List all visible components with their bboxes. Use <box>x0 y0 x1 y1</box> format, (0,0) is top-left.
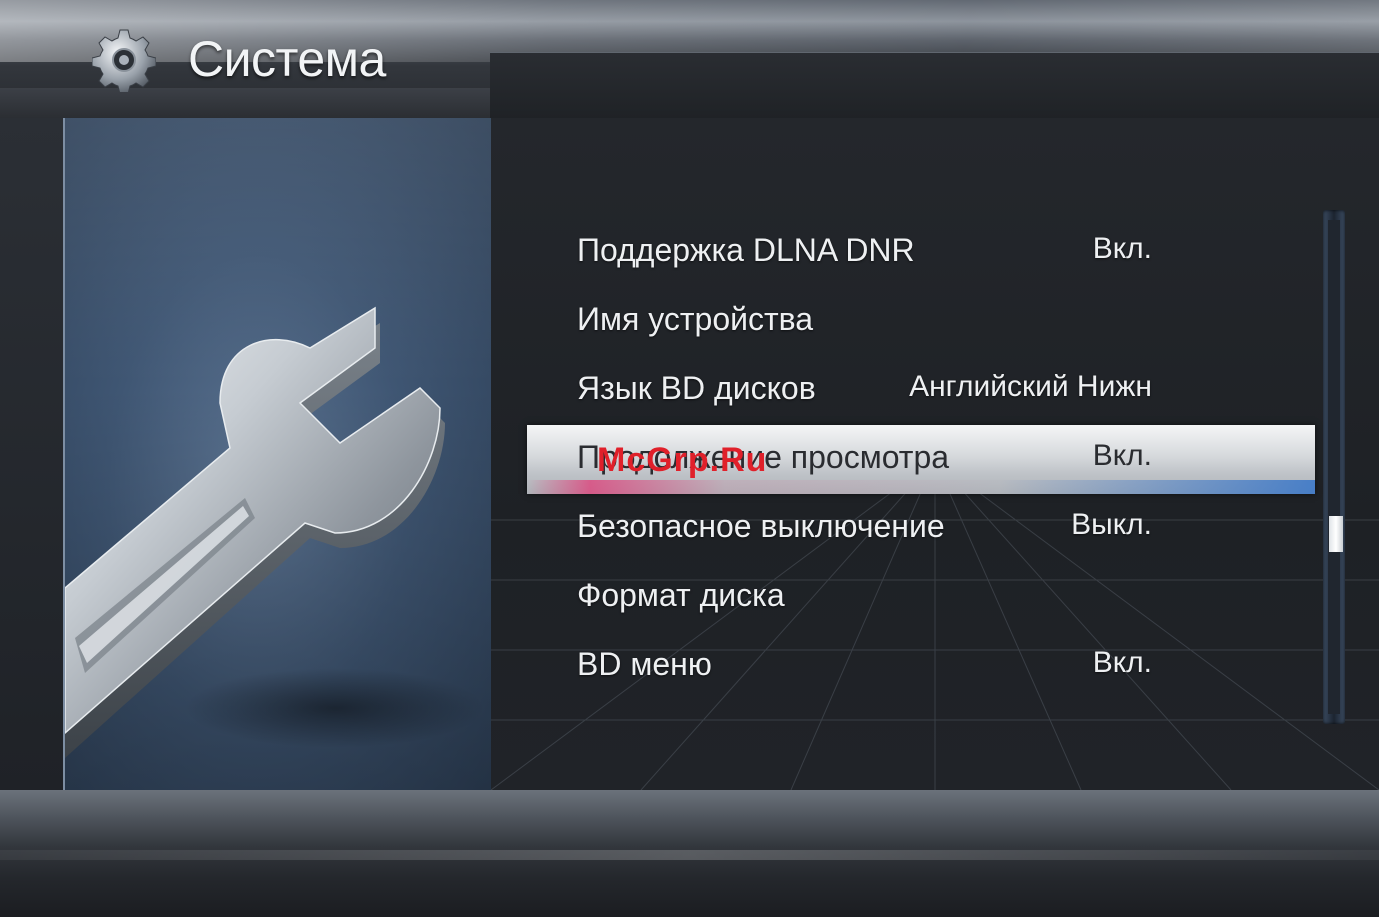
page-title: Система <box>188 31 386 87</box>
menu-item-device-name[interactable]: Имя устройства <box>527 287 1315 356</box>
menu-item-value: Вкл. <box>1092 439 1152 472</box>
menu-item-disc-format[interactable]: Формат диска <box>527 563 1315 632</box>
scrollbar-thumb[interactable] <box>1329 516 1343 552</box>
menu-item-label: Имя устройства <box>577 301 814 337</box>
scrollbar-inner <box>1328 220 1340 714</box>
scrollbar-track[interactable] <box>1323 210 1345 724</box>
header-lower-left <box>0 88 490 118</box>
menu-item-bd-language[interactable]: Язык BD дисков Английский Нижн <box>527 356 1315 425</box>
gear-icon <box>92 29 156 92</box>
wrench-icon <box>65 306 485 758</box>
menu-item-value: Английский Нижн <box>909 370 1152 403</box>
system-settings-screen: Система Поддержка DLNA DNR Вкл. Имя устр… <box>0 0 1379 917</box>
menu-item-safe-shutdown[interactable]: Безопасное выключение Выкл. <box>527 494 1315 563</box>
menu-item-dlna-dnr[interactable]: Поддержка DLNA DNR Вкл. <box>527 218 1315 287</box>
menu-item-label: Формат диска <box>577 577 785 613</box>
settings-menu: Поддержка DLNA DNR Вкл. Имя устройства Я… <box>527 218 1315 701</box>
menu-item-label: BD меню <box>577 646 712 682</box>
watermark: McGrp.Ru <box>597 441 768 479</box>
menu-item-resume-playback[interactable]: Продолжение просмотра McGrp.Ru Вкл. <box>527 425 1315 494</box>
menu-item-label: Поддержка DLNA DNR <box>577 232 915 268</box>
menu-item-label: Язык BD дисков <box>577 370 816 406</box>
menu-item-bd-menu[interactable]: BD меню Вкл. <box>527 632 1315 701</box>
footer-bar <box>0 790 1379 917</box>
menu-item-value: Вкл. <box>1092 646 1152 679</box>
menu-item-value: Вкл. <box>1092 232 1152 265</box>
menu-item-label: Безопасное выключение <box>577 508 945 544</box>
illustration-panel <box>63 118 493 790</box>
left-edge-strip <box>0 118 63 790</box>
menu-item-value: Выкл. <box>1071 508 1152 541</box>
